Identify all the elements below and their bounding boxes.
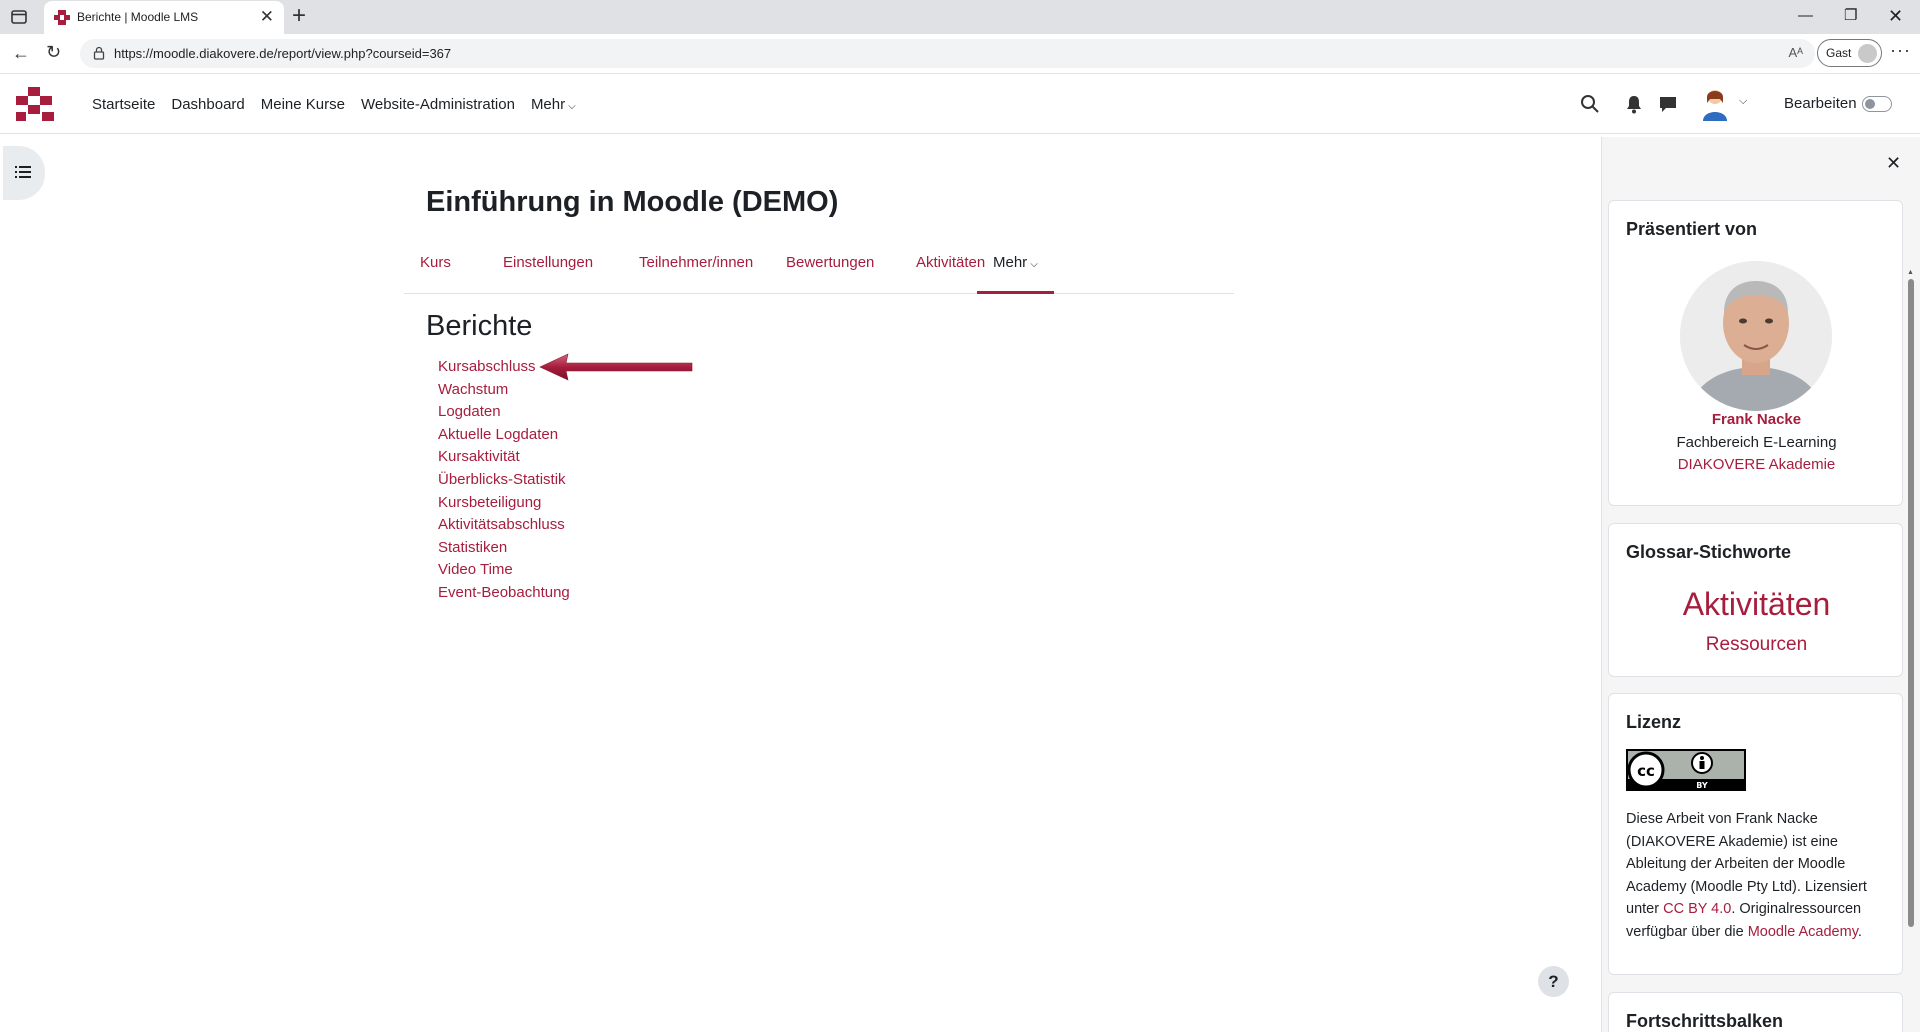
glossary-block: Glossar-Stichworte Aktivitäten Ressource…	[1608, 523, 1903, 677]
nav-item-dashboard[interactable]: Dashboard	[171, 96, 244, 113]
report-link-ueberblicks-statistik[interactable]: Überblicks-Statistik	[438, 469, 570, 492]
new-tab-button[interactable]: +	[292, 3, 306, 29]
edit-mode-label: Bearbeiten	[1784, 95, 1857, 112]
tab-actions-icon[interactable]	[10, 8, 28, 26]
site-logo[interactable]	[16, 87, 56, 121]
search-icon[interactable]	[1580, 94, 1600, 114]
block-drawer: ✕ ▲ Präsentiert von Frank Nacke Fachbere…	[1601, 137, 1920, 1032]
drawer-scrollbar-thumb[interactable]	[1908, 279, 1914, 927]
reports-heading: Berichte	[426, 310, 533, 342]
chat-icon[interactable]	[1658, 94, 1678, 114]
report-link-statistiken[interactable]: Statistiken	[438, 537, 570, 560]
presenter-block: Präsentiert von Frank Nacke Fachbereich …	[1608, 200, 1903, 506]
report-link-video-time[interactable]: Video Time	[438, 559, 570, 582]
close-icon[interactable]: ✕	[1886, 153, 1901, 174]
url-field[interactable]: https://moodle.diakovere.de/report/view.…	[80, 39, 1815, 68]
tab-mehr-label: Mehr	[993, 254, 1028, 271]
cc-by-license-icon[interactable]: cc BY	[1626, 749, 1746, 791]
progress-block-title: Fortschrittsbalken	[1626, 1011, 1784, 1031]
url-text[interactable]: https://moodle.diakovere.de/report/view.…	[114, 46, 451, 61]
report-link-aktivitaetsabschluss[interactable]: Aktivitätsabschluss	[438, 514, 570, 537]
tab-mehr[interactable]: Mehr ⌵	[977, 246, 1054, 294]
presenter-block-title: Präsentiert von	[1626, 219, 1758, 239]
chevron-down-icon: ⌵	[1030, 259, 1038, 270]
primary-navigation: Startseite Dashboard Meine Kurse Website…	[92, 75, 592, 134]
course-title: Einführung in Moodle (DEMO)	[426, 186, 839, 218]
moodle-navbar: Startseite Dashboard Meine Kurse Website…	[0, 75, 1920, 134]
course-secondary-navigation: Kurs Einstellungen Teilnehmer/innen Bewe…	[404, 246, 1234, 294]
tab-favicon-icon	[54, 10, 70, 25]
annotation-arrow-icon	[539, 353, 693, 381]
nav-item-meine-kurse[interactable]: Meine Kurse	[261, 96, 345, 113]
cc-badge-text: BY	[1696, 781, 1708, 790]
license-block: Lizenz cc BY Diese Arbeit von Frank Nack…	[1608, 693, 1903, 975]
window-close-button[interactable]: ✕	[1888, 6, 1903, 26]
presenter-photo	[1680, 261, 1832, 411]
presenter-name[interactable]: Frank Nacke	[1609, 411, 1904, 428]
report-link-kursaktivitaet[interactable]: Kursaktivität	[438, 446, 570, 469]
lock-icon[interactable]	[92, 46, 106, 60]
presenter-department: Fachbereich E-Learning	[1676, 434, 1837, 451]
user-avatar-icon[interactable]	[1700, 87, 1730, 121]
drawer-scrollbar[interactable]: ▲	[1907, 209, 1915, 999]
tab-einstellungen[interactable]: Einstellungen	[487, 246, 609, 294]
scroll-up-icon[interactable]: ▲	[1907, 269, 1914, 276]
nav-item-website-administration[interactable]: Website-Administration	[361, 96, 515, 113]
back-arrow-icon[interactable]: ←	[12, 43, 30, 64]
glossary-tag-aktivitaeten[interactable]: Aktivitäten	[1609, 586, 1904, 623]
license-text: Diese Arbeit von Frank Nacke (DIAKOVERE …	[1626, 808, 1891, 944]
read-aloud-icon[interactable]: Aᴬ	[1788, 45, 1803, 60]
report-list: Kursabschluss Wachstum Logdaten Aktuelle…	[438, 356, 570, 605]
nav-item-mehr[interactable]: Mehr ⌵	[531, 96, 576, 113]
browser-tab-active[interactable]: Berichte | Moodle LMS ✕	[44, 1, 284, 34]
report-link-aktuelle-logdaten[interactable]: Aktuelle Logdaten	[438, 424, 570, 447]
svg-text:cc: cc	[1637, 762, 1655, 780]
license-text-part-3: .	[1857, 923, 1862, 940]
course-index-icon	[15, 166, 31, 178]
moodle-academy-link[interactable]: Moodle Academy	[1748, 924, 1858, 940]
browser-tab-bar: Berichte | Moodle LMS ✕ + — ❐ ✕	[0, 0, 1920, 34]
guest-avatar-icon	[1858, 44, 1877, 63]
progress-block: Fortschrittsbalken	[1608, 992, 1903, 1032]
tab-close-icon[interactable]: ✕	[260, 6, 274, 28]
browser-menu-icon[interactable]: ···	[1890, 40, 1911, 61]
user-menu-chevron-icon[interactable]: ⌵	[1739, 95, 1747, 108]
report-link-logdaten[interactable]: Logdaten	[438, 401, 570, 424]
course-index-toggle-button[interactable]	[3, 146, 45, 200]
window-restore-button[interactable]: ❐	[1844, 6, 1857, 26]
address-bar-row: ← ↻ https://moodle.diakovere.de/report/v…	[0, 34, 1920, 74]
report-link-event-beobachtung[interactable]: Event-Beobachtung	[438, 582, 570, 605]
cc-by-link[interactable]: CC BY 4.0	[1663, 901, 1731, 917]
help-button[interactable]: ?	[1538, 966, 1569, 997]
profile-button[interactable]: Gast	[1817, 39, 1882, 67]
report-link-kursbeteiligung[interactable]: Kursbeteiligung	[438, 492, 570, 515]
bell-icon[interactable]	[1625, 94, 1643, 114]
license-block-title: Lizenz	[1626, 712, 1682, 732]
tab-kurs[interactable]: Kurs	[404, 246, 467, 294]
glossary-tag-ressourcen[interactable]: Ressourcen	[1609, 634, 1904, 656]
window-minimize-button[interactable]: —	[1798, 6, 1813, 26]
presenter-organisation-link[interactable]: DIAKOVERE Akademie	[1609, 456, 1904, 473]
tab-title: Berichte | Moodle LMS	[77, 10, 199, 24]
reload-icon[interactable]: ↻	[46, 42, 61, 63]
edit-mode-toggle[interactable]	[1862, 96, 1892, 112]
nav-item-startseite[interactable]: Startseite	[92, 96, 155, 113]
chevron-down-icon: ⌵	[568, 101, 576, 112]
tab-teilnehmer[interactable]: Teilnehmer/innen	[623, 246, 769, 294]
tab-bewertungen[interactable]: Bewertungen	[770, 246, 890, 294]
nav-item-mehr-label: Mehr	[530, 96, 566, 113]
edit-mode-toggle-knob	[1865, 99, 1875, 109]
profile-label: Gast	[1826, 46, 1852, 60]
glossary-block-title: Glossar-Stichworte	[1626, 542, 1792, 562]
